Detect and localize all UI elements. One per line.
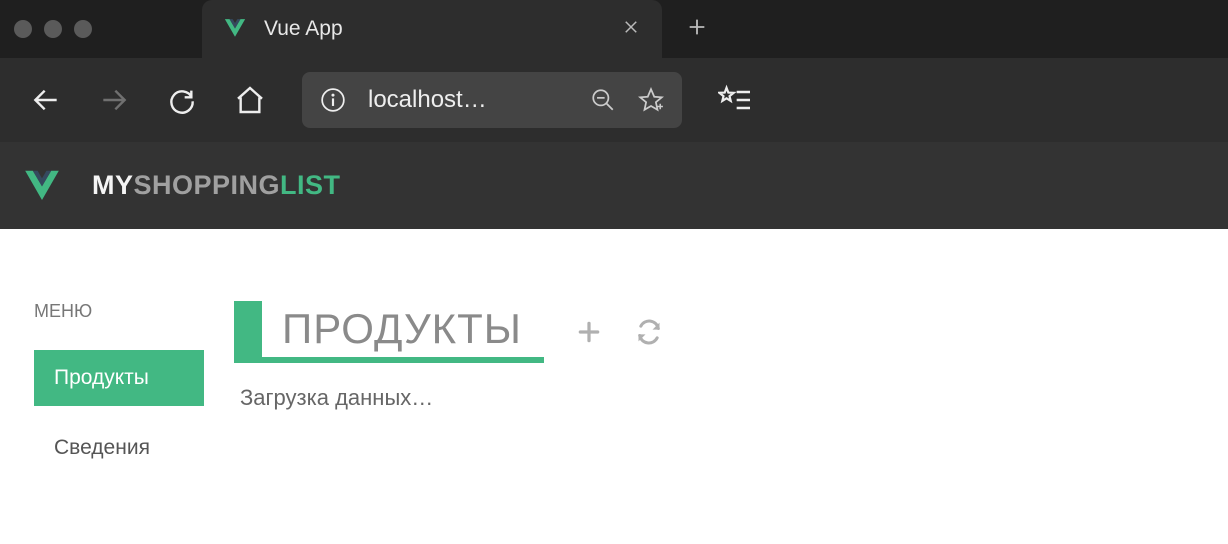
window-minimize-button[interactable]: [44, 20, 62, 38]
new-tab-button[interactable]: [686, 13, 708, 45]
sidebar: МЕНЮ Продукты Сведения: [34, 301, 204, 490]
brand-title: MYSHOPPINGLIST: [92, 170, 341, 201]
tab-title: Vue App: [264, 17, 618, 41]
page-title-row: ПРОДУКТЫ: [234, 301, 1198, 363]
browser-chrome: Vue App localhost…: [0, 0, 1228, 142]
title-accent: [234, 301, 262, 357]
sidebar-item-label: Продукты: [54, 366, 149, 389]
refresh-button[interactable]: [634, 317, 664, 347]
sidebar-item-products[interactable]: Продукты: [34, 350, 204, 406]
favorite-add-icon[interactable]: [638, 87, 664, 113]
window-maximize-button[interactable]: [74, 20, 92, 38]
favorites-list-icon[interactable]: [718, 84, 750, 116]
zoom-out-icon[interactable]: [590, 87, 616, 113]
sidebar-item-info[interactable]: Сведения: [34, 420, 204, 476]
loading-text: Загрузка данных…: [240, 385, 1198, 411]
brand-part1: MY: [92, 170, 134, 200]
tab-close-button[interactable]: [618, 12, 644, 46]
forward-button[interactable]: [98, 84, 130, 116]
address-bar[interactable]: localhost…: [302, 72, 682, 128]
main: ПРОДУКТЫ Загрузка данных…: [234, 301, 1198, 490]
brand-part3: LIST: [280, 170, 341, 200]
window-controls: [14, 20, 92, 38]
browser-toolbar: localhost…: [0, 58, 1228, 142]
address-text: localhost…: [368, 86, 568, 114]
sidebar-item-label: Сведения: [54, 436, 150, 459]
back-button[interactable]: [30, 84, 62, 116]
window-close-button[interactable]: [14, 20, 32, 38]
page-title: ПРОДУКТЫ: [262, 301, 544, 357]
brand-part2: SHOPPING: [134, 170, 281, 200]
add-button[interactable]: [574, 317, 604, 347]
content: МЕНЮ Продукты Сведения ПРОДУКТЫ Загрузка…: [0, 229, 1228, 490]
browser-titlebar: Vue App: [0, 0, 1228, 58]
app-header: MYSHOPPINGLIST: [0, 142, 1228, 229]
browser-tab[interactable]: Vue App: [202, 0, 662, 58]
vue-favicon-icon: [222, 16, 248, 42]
site-info-icon[interactable]: [320, 87, 346, 113]
menu-label: МЕНЮ: [34, 301, 204, 322]
vue-logo-icon: [22, 166, 62, 206]
page-title-wrap: ПРОДУКТЫ: [234, 301, 544, 363]
reload-button[interactable]: [166, 84, 198, 116]
home-button[interactable]: [234, 84, 266, 116]
